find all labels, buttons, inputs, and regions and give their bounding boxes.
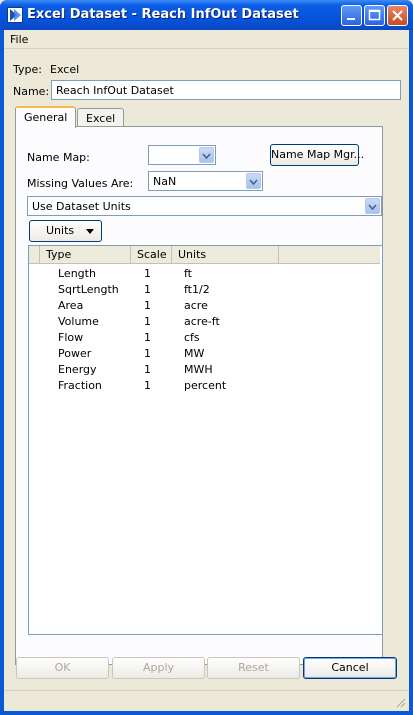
title-bar[interactable]: Excel Dataset - Reach InfOut Dataset <box>0 0 413 30</box>
maximize-icon <box>368 9 381 21</box>
table-row[interactable]: Flow 1 cfs <box>29 330 380 346</box>
cell-scale: 1 <box>144 363 151 376</box>
chevron-down-icon[interactable] <box>365 198 380 214</box>
cell-scale: 1 <box>144 315 151 328</box>
close-icon <box>392 10 403 21</box>
table-row[interactable]: Area 1 acre <box>29 298 380 314</box>
chevron-down-icon[interactable] <box>199 147 214 163</box>
column-header-units[interactable]: Units <box>172 246 279 264</box>
cell-type: Flow <box>58 331 84 344</box>
cell-units: MW <box>184 347 205 360</box>
table-row[interactable]: Energy 1 MWH <box>29 362 380 378</box>
header-spacer <box>29 246 40 264</box>
missing-values-label: Missing Values Are: <box>27 177 134 190</box>
cell-type: Length <box>58 267 96 280</box>
units-mode-value: Use Dataset Units <box>32 200 131 213</box>
cell-type: SqrtLength <box>58 283 119 296</box>
units-table: Type Scale Units Length 1 ft SqrtLength 1 ft1… <box>28 245 383 635</box>
cell-units: MWH <box>184 363 213 376</box>
table-row[interactable]: Power 1 MW <box>29 346 380 362</box>
type-value: Excel <box>50 63 80 76</box>
window-title: Excel Dataset - Reach InfOut Dataset <box>27 7 299 22</box>
minimize-icon <box>347 18 355 20</box>
resize-grip-icon[interactable] <box>394 696 406 708</box>
cell-type: Energy <box>58 363 97 376</box>
cell-units: cfs <box>184 331 200 344</box>
status-bar <box>4 690 409 711</box>
units-dropdown-label: Units <box>46 224 75 237</box>
cell-scale: 1 <box>144 299 151 312</box>
name-map-select[interactable] <box>148 145 216 165</box>
type-label: Type: <box>13 63 42 76</box>
cell-scale: 1 <box>144 331 151 344</box>
column-header-scale[interactable]: Scale <box>131 246 172 264</box>
cell-scale: 1 <box>144 347 151 360</box>
column-header-type[interactable]: Type <box>40 246 131 264</box>
name-map-mgr-button[interactable]: Name Map Mgr... <box>270 144 364 166</box>
minimize-button[interactable] <box>341 5 362 26</box>
table-row[interactable]: Volume 1 acre-ft <box>29 314 380 330</box>
cell-type: Volume <box>58 315 99 328</box>
ok-button[interactable]: OK <box>16 657 109 679</box>
cancel-button[interactable]: Cancel <box>303 657 397 679</box>
cell-type: Area <box>58 299 84 312</box>
menu-bar: File <box>4 30 409 49</box>
units-mode-select[interactable]: Use Dataset Units <box>27 196 382 216</box>
missing-values-value: NaN <box>153 175 177 188</box>
missing-values-select[interactable]: NaN <box>148 171 263 191</box>
cell-units: acre <box>184 299 208 312</box>
maximize-button[interactable] <box>364 5 385 26</box>
tab-general[interactable]: General <box>15 106 77 128</box>
app-logo-icon <box>7 7 23 23</box>
table-row[interactable]: Length 1 ft <box>29 266 380 282</box>
cell-scale: 1 <box>144 283 151 296</box>
table-row[interactable]: SqrtLength 1 ft1/2 <box>29 282 380 298</box>
cell-units: acre-ft <box>184 315 220 328</box>
cell-units: ft1/2 <box>184 283 210 296</box>
cell-scale: 1 <box>144 379 151 392</box>
close-button[interactable] <box>387 5 408 26</box>
cell-scale: 1 <box>144 267 151 280</box>
tab-excel[interactable]: Excel <box>77 108 125 128</box>
name-label: Name: <box>13 85 50 98</box>
units-dropdown-button[interactable]: Units <box>29 220 102 242</box>
dialog-window: Excel Dataset - Reach InfOut Dataset Fil… <box>0 0 413 715</box>
menu-file[interactable]: File <box>10 33 28 46</box>
table-header: Type Scale Units <box>29 246 380 264</box>
general-tab-panel: Name Map: Name Map Mgr... Missing Values… <box>15 126 383 665</box>
name-map-label: Name Map: <box>27 151 90 164</box>
apply-button[interactable]: Apply <box>112 657 205 679</box>
triangle-down-icon <box>86 229 94 234</box>
name-field[interactable]: Reach InfOut Dataset <box>51 80 401 100</box>
cell-units: ft <box>184 267 192 280</box>
cell-type: Power <box>58 347 92 360</box>
reset-button[interactable]: Reset <box>207 657 300 679</box>
cell-type: Fraction <box>58 379 102 392</box>
chevron-down-icon[interactable] <box>246 173 261 189</box>
dialog-body: File Type: Excel Name: Reach InfOut Data… <box>4 30 409 711</box>
cell-units: percent <box>184 379 227 392</box>
table-row[interactable]: Fraction 1 percent <box>29 378 380 394</box>
